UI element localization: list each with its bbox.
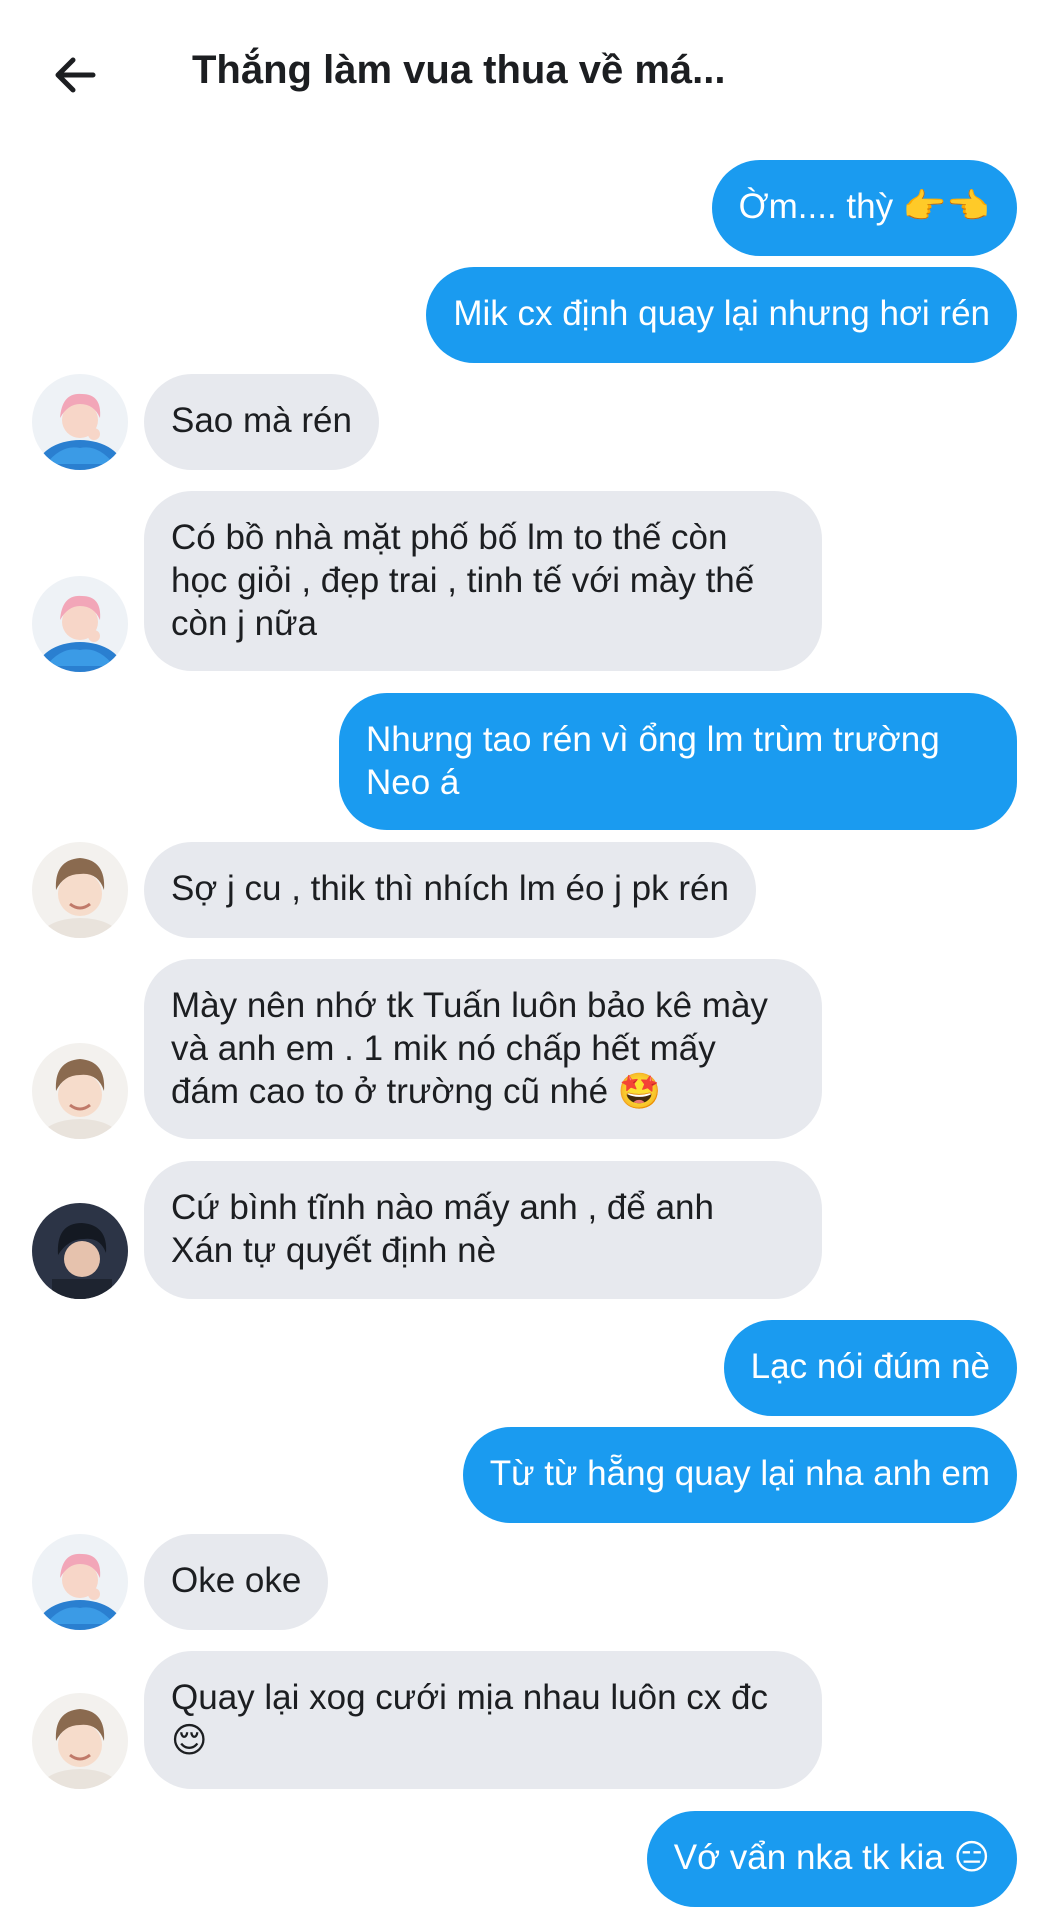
- avatar-pink-hair: [32, 576, 128, 672]
- message-incoming[interactable]: Quay lại xog cưới mịa nhau luôn cx đc 😌: [144, 1651, 822, 1789]
- message-incoming[interactable]: Mày nên nhớ tk Tuấn luôn bảo kê mày và a…: [144, 959, 822, 1139]
- message-incoming[interactable]: Oke oke: [144, 1534, 329, 1630]
- message-incoming[interactable]: Có bồ nhà mặt phố bố lm to thế còn học g…: [144, 491, 822, 671]
- arrow-left-icon: [55, 57, 96, 93]
- avatar-smiling-boy: [32, 1043, 128, 1139]
- avatar-pink-hair: [32, 1534, 128, 1630]
- avatar[interactable]: [32, 842, 128, 938]
- back-button[interactable]: [44, 44, 106, 106]
- avatar[interactable]: [32, 1693, 128, 1789]
- conversation-title: Thắng làm vua thua về má...: [192, 48, 726, 92]
- avatar-smiling-boy: [32, 842, 128, 938]
- message-outgoing[interactable]: Từ từ hẵng quay lại nha anh em: [462, 1427, 1017, 1523]
- avatar[interactable]: [32, 1534, 128, 1630]
- avatar-pink-hair: [32, 374, 128, 470]
- message-outgoing[interactable]: Lạc nói đúm nè: [723, 1320, 1017, 1416]
- avatar[interactable]: [32, 374, 128, 470]
- message-incoming[interactable]: Sao mà rén: [144, 374, 379, 470]
- avatar-dark-hair: [32, 1203, 128, 1299]
- message-incoming[interactable]: Cứ bình tĩnh nào mấy anh , để anh Xán tự…: [144, 1161, 822, 1299]
- message-outgoing[interactable]: Nhưng tao rén vì ổng lm trùm trường Neo …: [339, 693, 1017, 830]
- avatar[interactable]: [32, 1203, 128, 1299]
- message-outgoing[interactable]: Mik cx định quay lại nhưng hơi rén: [426, 267, 1017, 363]
- chat-header: Thắng làm vua thua về má...: [0, 0, 1045, 140]
- avatar[interactable]: [32, 1043, 128, 1139]
- message-incoming[interactable]: Sợ j cu , thik thì nhích lm éo j pk rén: [144, 842, 756, 938]
- message-outgoing[interactable]: Vớ vẩn nka tk kia 😑: [646, 1811, 1017, 1907]
- message-outgoing[interactable]: Ờm.... thỳ 👉👈: [711, 160, 1017, 256]
- avatar[interactable]: [32, 576, 128, 672]
- avatar-smiling-boy: [32, 1693, 128, 1789]
